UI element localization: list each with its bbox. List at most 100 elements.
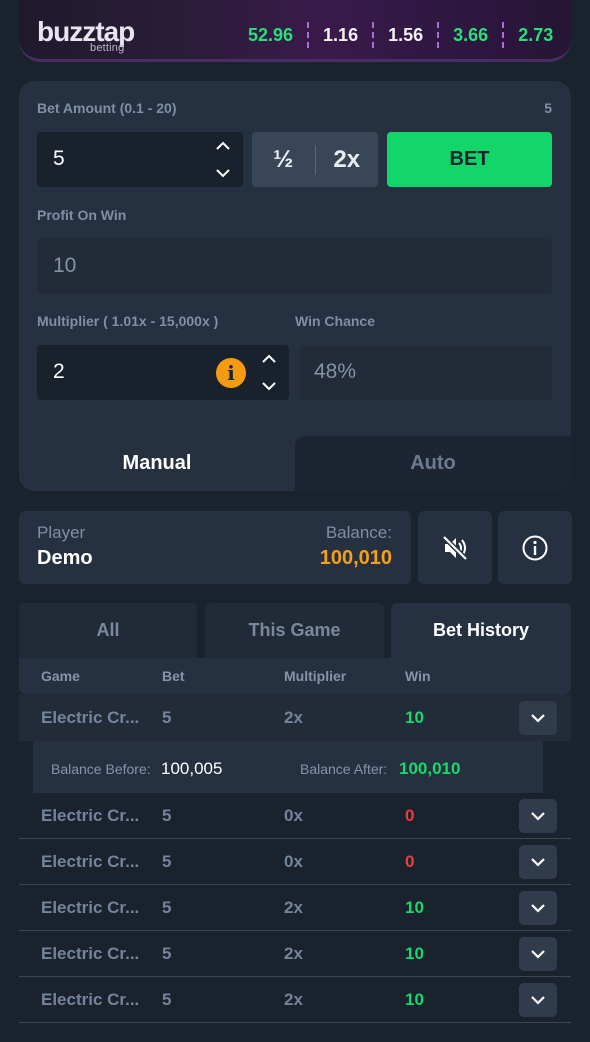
table-row: Electric Cr... 5 2x 10 <box>19 695 571 741</box>
column-header-bet: Bet <box>162 668 185 684</box>
recent-multiplier: 52.96 <box>248 25 294 45</box>
recent-multiplier: 3.66 <box>453 25 489 45</box>
game-header: buzztap betting 52.96 1.16 1.56 3.66 2.7… <box>19 0 571 62</box>
win-chance-field: 48% <box>300 345 552 400</box>
row-bet: 5 <box>162 898 172 917</box>
chevron-down-icon <box>531 812 545 821</box>
row-win: 0 <box>405 852 415 871</box>
multiplier-label: Multiplier ( 1.01x - 15,000x ) <box>37 313 219 329</box>
row-multiplier: 2x <box>284 944 303 963</box>
row-expand-button[interactable] <box>519 937 557 971</box>
chevron-down-icon[interactable] <box>213 166 233 180</box>
row-expand-button[interactable] <box>519 799 557 833</box>
row-win: 10 <box>405 898 424 917</box>
row-bet: 5 <box>162 852 172 871</box>
chevron-down-icon <box>531 714 545 723</box>
bet-amount-max: 5 <box>544 100 552 116</box>
row-multiplier: 2x <box>284 898 303 917</box>
tab-manual[interactable]: Manual <box>19 436 295 491</box>
chevron-down-icon <box>531 950 545 959</box>
balance-after-value: 100,010 <box>399 759 461 778</box>
multiplier-value: 2 <box>53 360 65 383</box>
row-bet: 5 <box>162 944 172 963</box>
info-icon[interactable]: i <box>216 358 246 388</box>
row-game: Electric Cr... <box>41 806 140 825</box>
history-table-header: Game Bet Multiplier Win <box>19 658 571 695</box>
win-chance-value: 48% <box>314 360 357 383</box>
row-game: Electric Cr... <box>41 898 140 917</box>
multiplier-input[interactable]: 2 i <box>37 345 289 400</box>
double-bet-button[interactable]: 2x <box>316 146 379 174</box>
logo-subtext: betting <box>90 42 125 54</box>
info-circle-icon <box>522 535 548 560</box>
player-info: Player Demo Balance: 100,010 <box>19 511 411 584</box>
balance-before-label: Balance Before: <box>51 761 151 777</box>
info-button[interactable] <box>498 511 572 584</box>
row-multiplier: 2x <box>284 708 303 727</box>
balance-value: 100,010 <box>319 547 392 569</box>
row-divider <box>19 1022 571 1023</box>
row-detail: Balance Before: 100,005 Balance After: 1… <box>33 741 545 793</box>
bet-panel: Bet Amount (0.1 - 20) 5 5 ½ 2x BET Profi… <box>19 81 571 491</box>
table-row: Electric Cr... 5 2x 10 <box>19 977 571 1023</box>
win-chance-label: Win Chance <box>295 313 375 329</box>
table-row: Electric Cr... 5 2x 10 <box>19 931 571 977</box>
row-game: Electric Cr... <box>41 852 140 871</box>
balance-before-value: 100,005 <box>161 759 223 778</box>
recent-multiplier: 1.56 <box>388 25 424 45</box>
tab-bet-history[interactable]: Bet History <box>391 603 571 658</box>
table-row: Electric Cr... 5 0x 0 <box>19 793 571 839</box>
row-win: 10 <box>405 944 424 963</box>
row-expand-button[interactable] <box>519 891 557 925</box>
column-header-win: Win <box>405 668 431 684</box>
row-multiplier: 2x <box>284 990 303 1009</box>
bet-mode-tabs: Manual Auto <box>19 436 571 491</box>
profit-on-win-value: 10 <box>53 254 77 277</box>
tab-this-game[interactable]: This Game <box>205 603 384 658</box>
speaker-mute-icon <box>442 534 468 561</box>
row-game: Electric Cr... <box>41 708 140 727</box>
logo: buzztap betting <box>37 18 135 55</box>
recent-multiplier: 1.16 <box>323 25 359 45</box>
chevron-down-icon <box>531 904 545 913</box>
bet-amount-input[interactable]: 5 <box>37 132 243 187</box>
chevron-down-icon[interactable] <box>259 379 279 393</box>
player-name: Demo <box>37 547 93 569</box>
row-expand-button[interactable] <box>519 983 557 1017</box>
row-bet: 5 <box>162 990 172 1009</box>
bet-amount-value: 5 <box>53 147 65 170</box>
bet-amount-label: Bet Amount (0.1 - 20) <box>37 100 177 116</box>
balance-after-label: Balance After: <box>300 761 388 777</box>
bet-modifier-group: ½ 2x <box>252 132 378 187</box>
row-multiplier: 0x <box>284 806 303 825</box>
row-bet: 5 <box>162 708 172 727</box>
table-row: Electric Cr... 5 0x 0 <box>19 839 571 885</box>
row-expand-button[interactable] <box>519 701 557 735</box>
tab-auto[interactable]: Auto <box>295 436 571 491</box>
row-win: 10 <box>405 990 424 1009</box>
row-expand-button[interactable] <box>519 845 557 879</box>
player-label: Player <box>37 523 86 542</box>
row-game: Electric Cr... <box>41 944 140 963</box>
row-bet: 5 <box>162 806 172 825</box>
profit-on-win-label: Profit On Win <box>37 207 127 223</box>
recent-multiplier: 2.73 <box>518 25 554 45</box>
chevron-down-icon <box>531 858 545 867</box>
profit-on-win-field: 10 <box>37 239 552 294</box>
column-header-multiplier: Multiplier <box>284 668 347 684</box>
bet-button[interactable]: BET <box>387 132 552 187</box>
chevron-up-icon[interactable] <box>259 352 279 366</box>
row-win: 0 <box>405 806 415 825</box>
row-multiplier: 0x <box>284 852 303 871</box>
tab-all[interactable]: All <box>19 603 197 658</box>
row-game: Electric Cr... <box>41 990 140 1009</box>
row-win: 10 <box>405 708 424 727</box>
chevron-down-icon <box>531 996 545 1005</box>
column-header-game: Game <box>41 668 80 684</box>
recent-multipliers: 52.96 1.16 1.56 3.66 2.73 <box>234 20 567 50</box>
table-row: Electric Cr... 5 2x 10 <box>19 885 571 931</box>
mute-button[interactable] <box>418 511 492 584</box>
chevron-up-icon[interactable] <box>213 139 233 153</box>
half-bet-button[interactable]: ½ <box>252 146 315 174</box>
balance-label: Balance: <box>325 523 392 542</box>
